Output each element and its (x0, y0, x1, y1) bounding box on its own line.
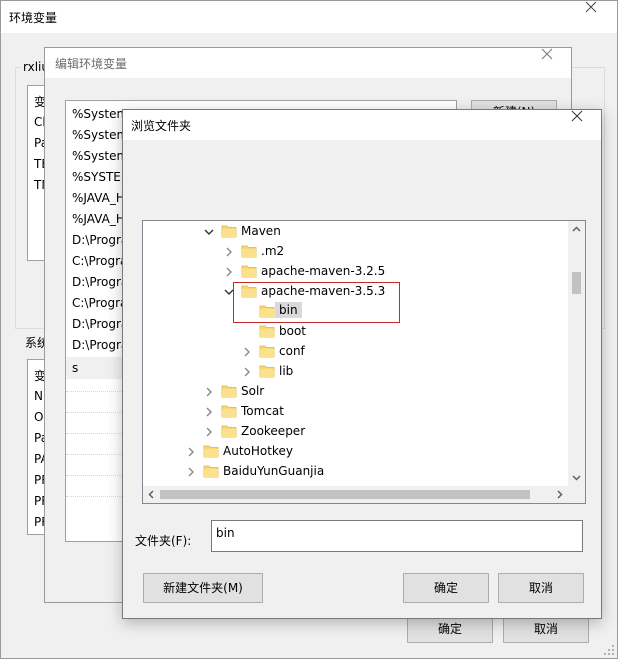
folder-icon (221, 224, 237, 238)
folder-input[interactable]: bin (211, 520, 583, 552)
tree-item-label: apache-maven-3.2.5 (261, 264, 386, 278)
browse-folder-close-button[interactable] (571, 110, 601, 140)
tree-item[interactable]: apache-maven-3.2.5 (143, 262, 567, 282)
folder-icon (259, 344, 275, 358)
tree-item-label: Zookeeper (241, 424, 306, 438)
chevron-right-icon[interactable] (203, 386, 215, 398)
env-vars-title: 环境变量 (9, 11, 58, 25)
tree-item[interactable]: Maven (143, 222, 567, 242)
scroll-down-icon[interactable] (568, 469, 585, 486)
env-cancel-button[interactable]: 取消 (503, 615, 589, 643)
tree-item-label: .m2 (261, 244, 285, 258)
folder-icon (221, 384, 237, 398)
scroll-left-icon[interactable] (143, 486, 160, 503)
chevron-right-icon[interactable] (203, 426, 215, 438)
tree-item[interactable]: AutoHotkey (143, 442, 567, 462)
edit-env-close-button[interactable] (541, 48, 571, 78)
horizontal-scrollbar[interactable] (143, 486, 568, 503)
tree-item[interactable]: boot (143, 322, 567, 342)
tree-item-label: BaiduYunGuanjia (223, 464, 325, 478)
tree-item-label: Maven (241, 224, 281, 238)
env-vars-close-button[interactable] (585, 1, 617, 33)
chevron-right-icon[interactable] (223, 266, 235, 278)
browse-ok-button[interactable]: 确定 (403, 573, 489, 603)
chevron-right-icon[interactable] (241, 366, 253, 378)
tree-item[interactable]: BaiduYunGuanjia (143, 462, 567, 482)
chevron-right-icon[interactable] (185, 466, 197, 478)
folder-icon (241, 264, 257, 278)
folder-icon (221, 404, 237, 418)
tree-item-label: conf (279, 344, 305, 358)
chevron-right-icon[interactable] (185, 446, 197, 458)
folder-tree-rows: Maven .m2 apache-maven-3.2.5 apache-maven-3… (143, 221, 567, 485)
scroll-thumb[interactable] (160, 490, 530, 499)
scroll-up-icon[interactable] (568, 221, 585, 238)
scroll-corner (568, 486, 585, 503)
edit-env-title: 编辑环境变量 (55, 57, 128, 71)
folder-icon (241, 244, 257, 258)
folder-tree[interactable]: Maven .m2 apache-maven-3.2.5 apache-maven-3… (142, 220, 586, 504)
tree-item-label: Tomcat (241, 404, 284, 418)
new-folder-button[interactable]: 新建文件夹(M) (143, 573, 263, 603)
folder-input-value: bin (216, 526, 235, 540)
browse-folder-title: 浏览文件夹 (131, 119, 192, 133)
highlight-box (233, 282, 400, 323)
tree-item[interactable]: lib (143, 362, 567, 382)
resize-grip-icon[interactable] (603, 644, 615, 656)
scroll-right-icon[interactable] (551, 486, 568, 503)
folder-icon (203, 464, 219, 478)
edit-env-titlebar[interactable]: 编辑环境变量 (45, 48, 571, 78)
tree-item[interactable]: .m2 (143, 242, 567, 262)
folder-icon (221, 424, 237, 438)
tree-item[interactable]: Solr (143, 382, 567, 402)
chevron-down-icon[interactable] (203, 226, 215, 238)
list-item[interactable]: s (72, 361, 78, 375)
scroll-thumb[interactable] (572, 272, 581, 294)
browse-folder-titlebar[interactable]: 浏览文件夹 (123, 110, 601, 140)
chevron-right-icon[interactable] (241, 346, 253, 358)
folder-label: 文件夹(F): (135, 534, 192, 548)
tree-item[interactable]: conf (143, 342, 567, 362)
folder-icon (203, 444, 219, 458)
tree-item-label: Solr (241, 384, 265, 398)
env-vars-titlebar[interactable]: 环境变量 (1, 1, 617, 33)
folder-icon (259, 324, 275, 338)
tree-item-label: AutoHotkey (223, 444, 293, 458)
browse-folder-window: 浏览文件夹 Maven .m2 apache-maven-3.2.5 apache-m… (122, 109, 602, 619)
tree-item-label: lib (279, 364, 294, 378)
tree-item-label: boot (279, 324, 307, 338)
env-ok-button[interactable]: 确定 (407, 615, 493, 643)
vertical-scrollbar[interactable] (568, 221, 585, 486)
tree-item[interactable]: Tomcat (143, 402, 567, 422)
folder-icon (259, 364, 275, 378)
browse-cancel-button[interactable]: 取消 (498, 573, 584, 603)
chevron-right-icon[interactable] (223, 246, 235, 258)
chevron-right-icon[interactable] (203, 406, 215, 418)
tree-item[interactable]: Zookeeper (143, 422, 567, 442)
